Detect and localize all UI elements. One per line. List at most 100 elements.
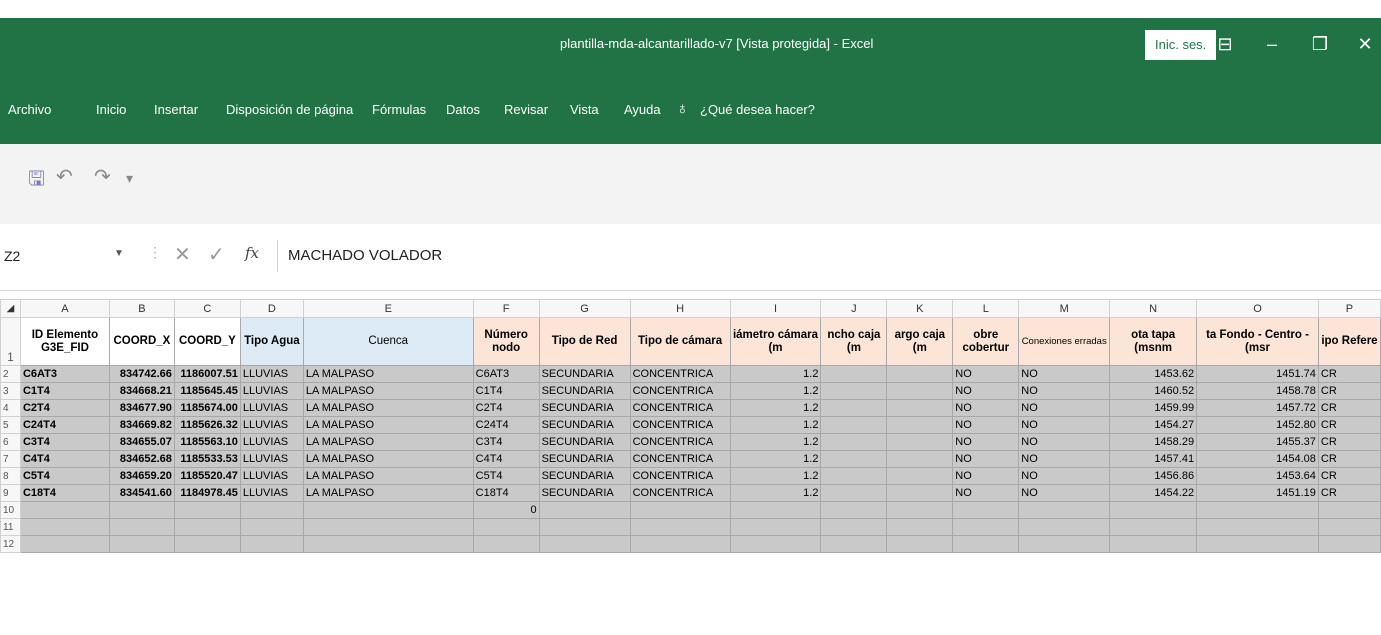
table-cell[interactable]: C6AT3	[472, 365, 540, 383]
table-cell[interactable]	[239, 501, 304, 519]
table-cell[interactable]: C2T4	[19, 399, 110, 417]
table-cell[interactable]	[820, 382, 888, 400]
cancel-icon[interactable]: ✕	[174, 242, 191, 267]
table-cell[interactable]: NO	[952, 399, 1020, 417]
table-cell[interactable]: NO	[952, 416, 1020, 434]
table-cell[interactable]: 1.2	[729, 484, 822, 502]
table-cell[interactable]	[1317, 518, 1381, 536]
row-header[interactable]: 9	[0, 484, 21, 502]
header-cell[interactable]: Cuenca	[302, 317, 474, 366]
minimize-icon[interactable]: –	[1252, 30, 1292, 58]
row-header[interactable]: 10	[0, 501, 21, 519]
table-cell[interactable]	[1018, 501, 1111, 519]
table-cell[interactable]	[886, 450, 954, 468]
table-cell[interactable]: 1460.52	[1109, 382, 1198, 400]
table-cell[interactable]: CR	[1317, 416, 1381, 434]
table-cell[interactable]	[820, 518, 888, 536]
table-cell[interactable]	[820, 467, 888, 485]
header-cell[interactable]: Conexiones erradas	[1018, 317, 1111, 366]
table-cell[interactable]: 834541.60	[108, 484, 175, 502]
table-cell[interactable]	[538, 535, 631, 553]
table-cell[interactable]: 1184978.45	[173, 484, 241, 502]
header-cell[interactable]: argo caja (m	[886, 317, 954, 366]
table-cell[interactable]: 1185645.45	[173, 382, 241, 400]
row-header[interactable]: 5	[0, 416, 21, 434]
tab-vista[interactable]: Vista	[570, 102, 599, 117]
table-cell[interactable]: LLUVIAS	[239, 450, 304, 468]
table-cell[interactable]	[886, 399, 954, 417]
table-cell[interactable]: 1452.80	[1196, 416, 1319, 434]
table-cell[interactable]: LA MALPASO	[302, 450, 474, 468]
table-cell[interactable]	[629, 535, 731, 553]
row-header[interactable]: 2	[0, 365, 21, 383]
table-cell[interactable]: 834668.21	[108, 382, 175, 400]
table-cell[interactable]: CONCENTRICA	[629, 365, 731, 383]
table-cell[interactable]: CR	[1317, 484, 1381, 502]
table-cell[interactable]: CONCENTRICA	[629, 484, 731, 502]
table-cell[interactable]: CR	[1317, 467, 1381, 485]
chevron-down-icon[interactable]: ▼	[114, 248, 124, 259]
column-header[interactable]: G	[538, 299, 631, 318]
save-icon[interactable]: 🖫	[28, 164, 45, 198]
table-cell[interactable]	[538, 501, 631, 519]
table-cell[interactable]	[886, 467, 954, 485]
tab-archivo[interactable]: Archivo	[8, 102, 51, 117]
table-cell[interactable]: C1T4	[472, 382, 540, 400]
table-cell[interactable]	[538, 518, 631, 536]
table-cell[interactable]	[1196, 535, 1319, 553]
row-header[interactable]: 3	[0, 382, 21, 400]
table-cell[interactable]: 1185626.32	[173, 416, 241, 434]
header-cell[interactable]: ota tapa (msnm	[1109, 317, 1198, 366]
table-cell[interactable]: 1459.99	[1109, 399, 1198, 417]
table-cell[interactable]: C1T4	[19, 382, 110, 400]
table-cell[interactable]: NO	[952, 382, 1020, 400]
table-cell[interactable]: C24T4	[19, 416, 110, 434]
table-cell[interactable]: C3T4	[472, 433, 540, 451]
row-header[interactable]: 8	[0, 467, 21, 485]
table-cell[interactable]: 834677.90	[108, 399, 175, 417]
header-cell[interactable]: ncho caja (m	[820, 317, 888, 366]
table-cell[interactable]	[239, 518, 304, 536]
table-cell[interactable]	[1109, 535, 1198, 553]
table-cell[interactable]	[19, 535, 110, 553]
table-cell[interactable]	[108, 501, 175, 519]
table-cell[interactable]	[1317, 535, 1381, 553]
table-cell[interactable]	[302, 518, 474, 536]
table-cell[interactable]	[1196, 501, 1319, 519]
table-cell[interactable]: 1457.41	[1109, 450, 1198, 468]
tell-me-input[interactable]: ¿Qué desea hacer?	[700, 102, 815, 117]
table-cell[interactable]	[472, 518, 540, 536]
table-cell[interactable]: C18T4	[19, 484, 110, 502]
table-cell[interactable]	[1018, 535, 1111, 553]
table-cell[interactable]: SECUNDARIA	[538, 416, 631, 434]
tab-insertar[interactable]: Insertar	[154, 102, 198, 117]
table-cell[interactable]	[1196, 518, 1319, 536]
table-cell[interactable]: CR	[1317, 433, 1381, 451]
table-cell[interactable]	[886, 382, 954, 400]
worksheet-grid[interactable]: ◢ A B C D E F G H I J K L M N O P 1 ID E…	[0, 299, 1381, 553]
table-cell[interactable]: C4T4	[19, 450, 110, 468]
table-cell[interactable]	[820, 416, 888, 434]
table-cell[interactable]: 1454.08	[1196, 450, 1319, 468]
table-cell[interactable]: 1451.19	[1196, 484, 1319, 502]
table-cell[interactable]: 1453.62	[1109, 365, 1198, 383]
table-cell[interactable]: 1.2	[729, 433, 822, 451]
table-cell[interactable]: C2T4	[472, 399, 540, 417]
table-cell[interactable]: 834655.07	[108, 433, 175, 451]
tab-formulas[interactable]: Fórmulas	[372, 102, 426, 117]
table-cell[interactable]: NO	[1018, 382, 1111, 400]
column-header[interactable]: A	[19, 299, 110, 318]
table-cell[interactable]: LLUVIAS	[239, 467, 304, 485]
table-cell[interactable]: C24T4	[472, 416, 540, 434]
table-cell[interactable]: LLUVIAS	[239, 433, 304, 451]
table-cell[interactable]: NO	[952, 433, 1020, 451]
table-cell[interactable]: CR	[1317, 365, 1381, 383]
table-cell[interactable]: CONCENTRICA	[629, 433, 731, 451]
table-cell[interactable]: LA MALPASO	[302, 416, 474, 434]
table-cell[interactable]: CR	[1317, 382, 1381, 400]
table-cell[interactable]: NO	[1018, 433, 1111, 451]
header-cell[interactable]: COORD_Y	[173, 317, 241, 366]
column-header[interactable]: K	[886, 299, 954, 318]
column-header[interactable]: O	[1196, 299, 1319, 318]
table-cell[interactable]: NO	[952, 450, 1020, 468]
